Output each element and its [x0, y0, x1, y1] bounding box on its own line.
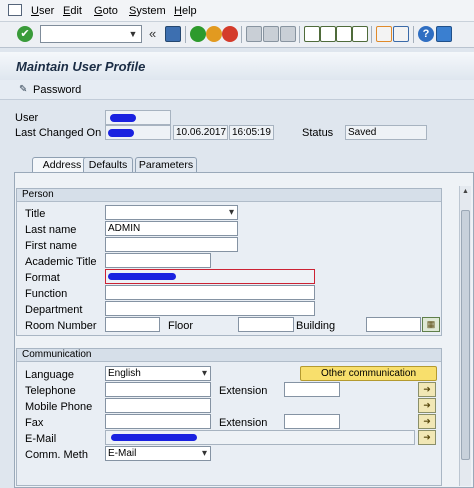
menu-system[interactable]: System	[129, 3, 166, 19]
room-number-input[interactable]	[105, 317, 160, 332]
standard-toolbar: ✔ ▼ « ?	[0, 22, 474, 48]
first-page-icon[interactable]	[304, 26, 320, 42]
telephone-more-icon[interactable]: ➜	[418, 382, 436, 397]
title-dropdown[interactable]	[105, 205, 238, 220]
save-icon[interactable]	[165, 26, 181, 42]
fax-input[interactable]	[105, 414, 211, 429]
person-group-title: Person	[17, 189, 441, 202]
find-icon[interactable]	[263, 26, 279, 42]
academic-title-input[interactable]	[105, 253, 211, 268]
mobile-phone-label: Mobile Phone	[25, 401, 93, 413]
app-menu-icon[interactable]	[8, 4, 22, 16]
toolbar-separator	[299, 26, 300, 43]
page-title: Maintain User Profile	[16, 59, 146, 74]
last-changed-time-field: 16:05:19	[229, 125, 274, 140]
previous-page-icon[interactable]	[320, 26, 336, 42]
email-label: E-Mail	[25, 433, 57, 445]
fax-label: Fax	[25, 417, 44, 429]
menu-edit[interactable]: Edit	[63, 3, 82, 19]
first-name-input[interactable]	[105, 237, 238, 252]
telephone-input[interactable]	[105, 382, 211, 397]
pencil-icon: ✎	[19, 84, 28, 95]
enter-checkmark-icon[interactable]: ✔	[17, 26, 33, 42]
floor-input[interactable]	[238, 317, 294, 332]
department-input[interactable]	[105, 301, 315, 316]
chevron-down-icon[interactable]: ▼	[126, 27, 140, 41]
redaction-mark	[111, 434, 197, 441]
building-details-icon[interactable]: ▦	[422, 317, 440, 332]
redaction-mark	[108, 273, 176, 280]
last-name-label: Last name	[25, 224, 77, 236]
toolbar-separator	[371, 26, 372, 43]
academic-title-label: Academic Title	[25, 256, 97, 268]
password-button[interactable]: Password	[33, 83, 81, 97]
menu-goto[interactable]: Goto	[94, 3, 118, 19]
extension-label: Extension	[219, 385, 268, 397]
telephone-label: Telephone	[25, 385, 76, 397]
fax-extension-input[interactable]	[284, 414, 340, 429]
redaction-mark	[110, 114, 136, 122]
mobile-phone-input[interactable]	[105, 398, 211, 413]
room-number-label: Room Number	[25, 320, 97, 332]
department-label: Department	[25, 304, 83, 316]
comm-meth-label: Comm. Meth	[25, 449, 88, 461]
status-label: Status	[302, 127, 334, 139]
print-icon[interactable]	[246, 26, 262, 42]
toolbar-separator	[185, 26, 186, 43]
last-name-input[interactable]: ADMIN	[105, 221, 238, 236]
floor-label: Floor	[168, 320, 194, 332]
last-changed-label: Last Changed On	[15, 127, 102, 139]
toolbar-separator	[241, 26, 242, 43]
fax-more-icon[interactable]: ➜	[418, 414, 436, 429]
language-dropdown[interactable]: English	[105, 366, 211, 381]
next-page-icon[interactable]	[336, 26, 352, 42]
last-page-icon[interactable]	[352, 26, 368, 42]
format-label: Format	[25, 272, 60, 284]
last-changed-user-field	[105, 125, 171, 140]
user-field	[105, 110, 171, 125]
first-name-label: First name	[25, 240, 77, 252]
scroll-thumb[interactable]	[461, 210, 470, 460]
help-icon[interactable]: ?	[418, 26, 434, 42]
application-toolbar: ✎ Password	[0, 80, 474, 100]
fast-forward-icon[interactable]: «	[149, 26, 156, 41]
tab-defaults[interactable]: Defaults	[83, 157, 133, 173]
exit-icon[interactable]	[206, 26, 222, 42]
status-field: Saved	[345, 125, 427, 140]
menu-help[interactable]: Help	[174, 3, 197, 19]
language-label: Language	[25, 369, 74, 381]
email-more-icon[interactable]: ➜	[418, 430, 436, 445]
building-input[interactable]	[366, 317, 421, 332]
back-icon[interactable]	[190, 26, 206, 42]
menu-bar: User Edit Goto System Help	[0, 0, 474, 22]
function-label: Function	[25, 288, 68, 300]
title-label: Title	[25, 208, 46, 220]
function-input[interactable]	[105, 285, 315, 300]
extension-input[interactable]	[284, 382, 340, 397]
fax-extension-label: Extension	[219, 417, 268, 429]
new-session-icon[interactable]	[376, 26, 392, 42]
redaction-mark	[108, 129, 134, 137]
communication-group-title: Communication	[17, 349, 441, 362]
comm-meth-dropdown[interactable]: E-Mail	[105, 446, 211, 461]
cancel-icon[interactable]	[222, 26, 238, 42]
mobile-more-icon[interactable]: ➜	[418, 398, 436, 413]
command-field[interactable]: ▼	[40, 25, 142, 43]
tab-parameters[interactable]: Parameters	[135, 157, 197, 173]
shortcut-icon[interactable]	[393, 26, 409, 42]
vertical-scrollbar[interactable]: ▲	[459, 186, 471, 486]
find-next-icon[interactable]	[280, 26, 296, 42]
menu-user[interactable]: User	[31, 3, 54, 19]
customize-layout-icon[interactable]	[436, 26, 452, 42]
format-field	[105, 269, 315, 284]
other-communication-button[interactable]: Other communication	[300, 366, 437, 381]
email-field[interactable]	[105, 430, 415, 445]
scroll-up-icon[interactable]: ▲	[460, 186, 471, 198]
last-changed-date-field: 10.06.2017	[173, 125, 228, 140]
user-label: User	[15, 112, 39, 124]
building-label: Building	[296, 320, 336, 332]
toolbar-separator	[413, 26, 414, 43]
